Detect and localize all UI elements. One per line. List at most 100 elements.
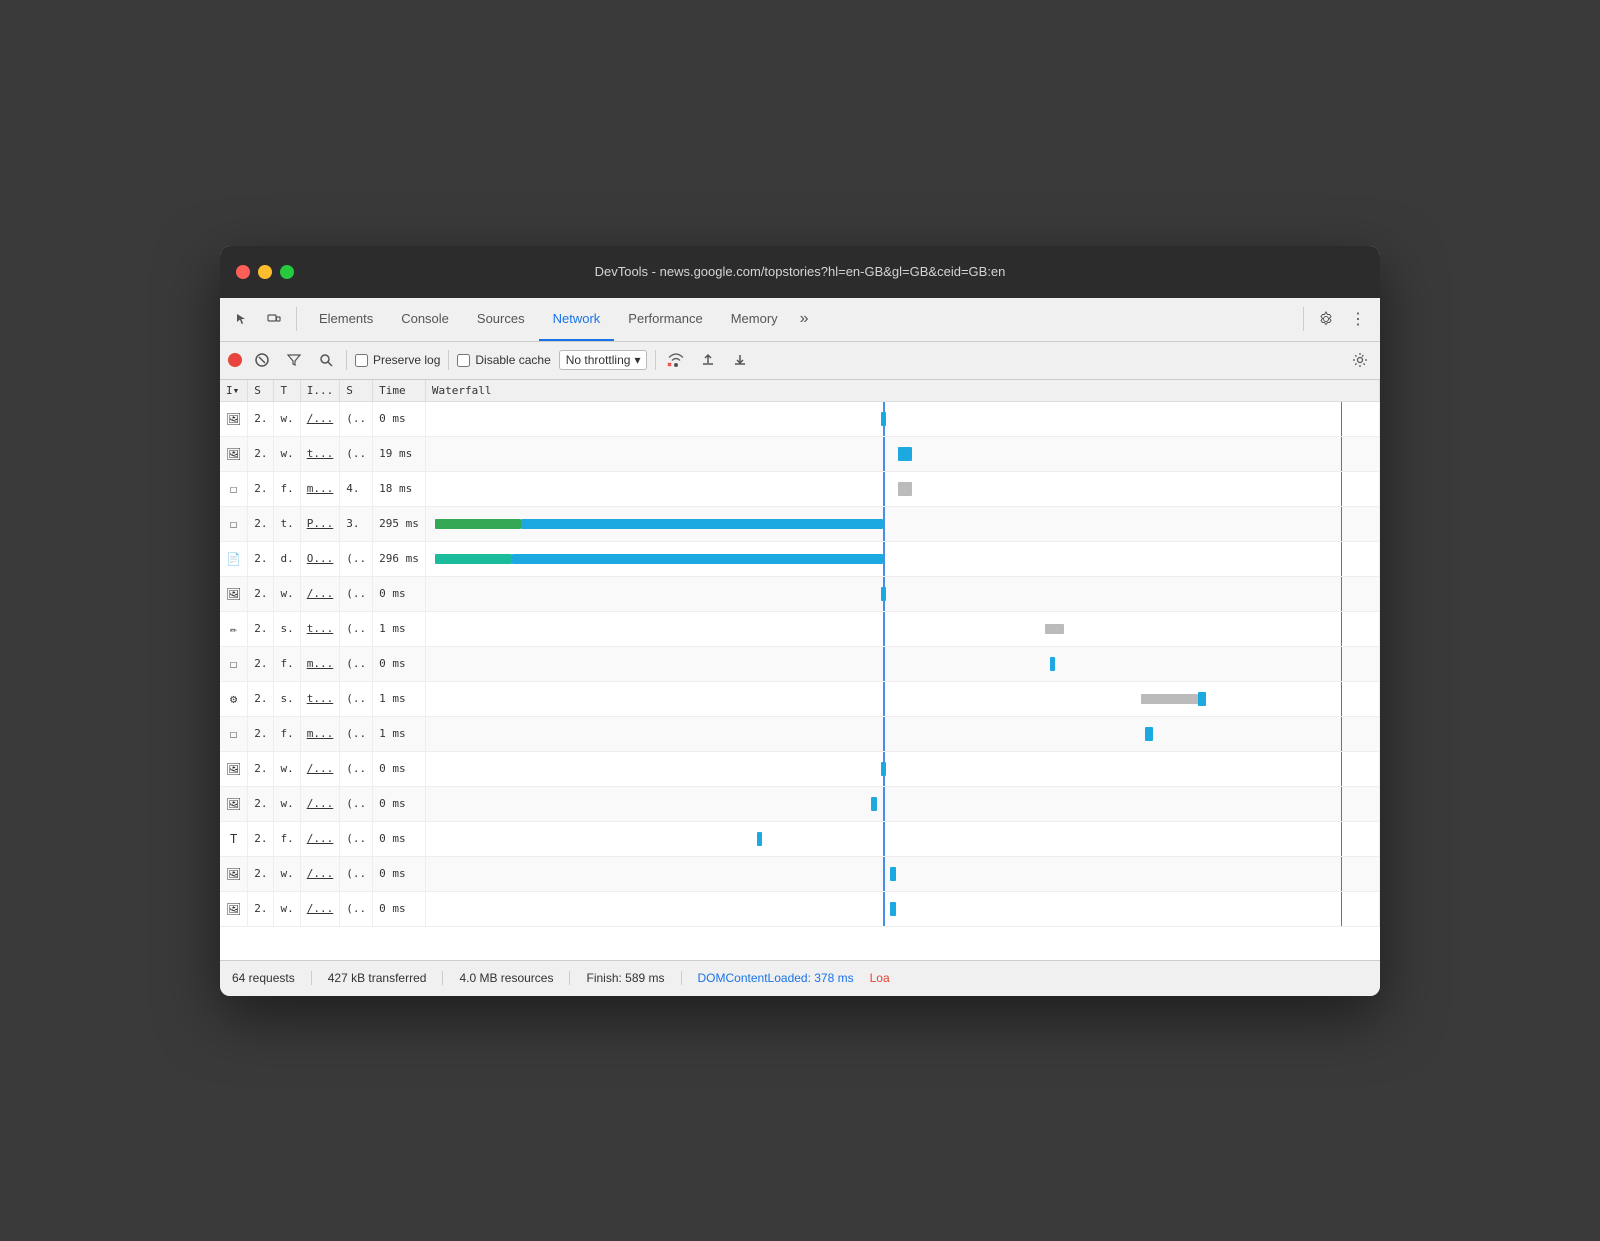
table-row[interactable]: 🖼2.w./...(..0 ms <box>220 786 1380 821</box>
load-line <box>1341 577 1342 611</box>
finish-time: Finish: 589 ms <box>570 971 681 985</box>
row-time: 1 ms <box>373 681 426 716</box>
row-status: 2. <box>248 856 274 891</box>
row-initiator: /... <box>300 576 340 611</box>
row-waterfall <box>425 506 1379 541</box>
col-initiator[interactable]: I... <box>300 380 340 402</box>
settings-button[interactable] <box>1312 305 1340 333</box>
row-status: 2. <box>248 681 274 716</box>
table-row[interactable]: ☐2.f.m...4.18 ms <box>220 471 1380 506</box>
clear-button[interactable] <box>250 348 274 372</box>
titlebar: DevTools - news.google.com/topstories?hl… <box>220 246 1380 298</box>
dom-line <box>883 857 885 891</box>
tab-performance[interactable]: Performance <box>614 297 716 341</box>
table-row[interactable]: 🖼2.w./...(..0 ms <box>220 891 1380 926</box>
load-line <box>1341 717 1342 751</box>
row-initiator: O... <box>300 541 340 576</box>
record-button[interactable] <box>228 353 242 367</box>
tab-console[interactable]: Console <box>387 297 463 341</box>
col-type[interactable]: T <box>274 380 300 402</box>
table-row[interactable]: ⚙2.s.t...(..1 ms <box>220 681 1380 716</box>
waterfall-bar <box>1045 624 1064 634</box>
tab-more-button[interactable]: » <box>792 310 817 328</box>
close-button[interactable] <box>236 265 250 279</box>
row-time: 0 ms <box>373 576 426 611</box>
row-time: 0 ms <box>373 751 426 786</box>
row-icon: 🖼 <box>220 436 248 471</box>
table-row[interactable]: ☐2.f.m...(..1 ms <box>220 716 1380 751</box>
waterfall-bar <box>1145 727 1153 741</box>
row-icon: ☐ <box>220 716 248 751</box>
row-type: w. <box>274 786 300 821</box>
wifi-icon[interactable] <box>664 348 688 372</box>
maximize-button[interactable] <box>280 265 294 279</box>
search-button[interactable] <box>314 348 338 372</box>
row-icon: ✏ <box>220 611 248 646</box>
disable-cache-checkbox[interactable]: Disable cache <box>457 353 550 367</box>
row-icon: 🖼 <box>220 401 248 436</box>
device-toggle-button[interactable] <box>260 305 288 333</box>
col-status[interactable]: S <box>248 380 274 402</box>
table-row[interactable]: 📄2.d.O...(..296 ms <box>220 541 1380 576</box>
row-time: 18 ms <box>373 471 426 506</box>
row-initiator: m... <box>300 716 340 751</box>
table-row[interactable]: 🖼2.w./...(..0 ms <box>220 576 1380 611</box>
row-initiator: /... <box>300 786 340 821</box>
row-status: 2. <box>248 891 274 926</box>
tab-sources[interactable]: Sources <box>463 297 539 341</box>
col-icon: I▾ <box>220 380 248 402</box>
row-type: w. <box>274 751 300 786</box>
table-row[interactable]: ✏2.s.t...(..1 ms <box>220 611 1380 646</box>
row-type: s. <box>274 611 300 646</box>
col-time[interactable]: Time <box>373 380 426 402</box>
load-time: Loa <box>854 971 890 985</box>
load-line <box>1341 752 1342 786</box>
row-type: w. <box>274 856 300 891</box>
table-row[interactable]: ☐2.t.P...3.295 ms <box>220 506 1380 541</box>
row-icon: 📄 <box>220 541 248 576</box>
network-settings-button[interactable] <box>1348 348 1372 372</box>
more-options-button[interactable]: ⋮ <box>1344 305 1372 333</box>
tab-memory[interactable]: Memory <box>717 297 792 341</box>
row-time: 0 ms <box>373 821 426 856</box>
row-type: f. <box>274 646 300 681</box>
filter-button[interactable] <box>282 348 306 372</box>
row-initiator: t... <box>300 611 340 646</box>
waterfall-bar <box>1141 694 1198 704</box>
row-type: s. <box>274 681 300 716</box>
load-line <box>1341 647 1342 681</box>
table-row[interactable]: 🖼2.w./...(..0 ms <box>220 401 1380 436</box>
window-title: DevTools - news.google.com/topstories?hl… <box>595 264 1006 279</box>
row-size: (.. <box>340 821 373 856</box>
table-row[interactable]: 🖼2.w.t...(..19 ms <box>220 436 1380 471</box>
row-initiator: t... <box>300 681 340 716</box>
minimize-button[interactable] <box>258 265 272 279</box>
row-status: 2. <box>248 751 274 786</box>
row-size: (.. <box>340 751 373 786</box>
table-row[interactable]: ☐2.f.m...(..0 ms <box>220 646 1380 681</box>
row-waterfall <box>425 716 1379 751</box>
row-time: 0 ms <box>373 646 426 681</box>
row-status: 2. <box>248 821 274 856</box>
tab-network[interactable]: Network <box>539 297 615 341</box>
row-time: 1 ms <box>373 611 426 646</box>
table-row[interactable]: 🖼2.w./...(..0 ms <box>220 856 1380 891</box>
requests-count: 64 requests <box>232 971 312 985</box>
table-row[interactable]: 🖼2.w./...(..0 ms <box>220 751 1380 786</box>
row-status: 2. <box>248 541 274 576</box>
preserve-log-checkbox[interactable]: Preserve log <box>355 353 440 367</box>
throttle-select[interactable]: No throttling ▾ <box>559 350 648 370</box>
upload-icon[interactable] <box>696 348 720 372</box>
col-size[interactable]: S <box>340 380 373 402</box>
row-type: d. <box>274 541 300 576</box>
row-size: (.. <box>340 576 373 611</box>
cursor-tool-button[interactable] <box>228 305 256 333</box>
col-waterfall[interactable]: Waterfall <box>425 380 1379 402</box>
table-row[interactable]: T2.f./...(..0 ms <box>220 821 1380 856</box>
tab-elements[interactable]: Elements <box>305 297 387 341</box>
row-waterfall <box>425 401 1379 436</box>
load-line <box>1341 892 1342 926</box>
table-header-row: I▾ S T I... S Time Waterfall <box>220 380 1380 402</box>
download-icon[interactable] <box>728 348 752 372</box>
row-status: 2. <box>248 506 274 541</box>
